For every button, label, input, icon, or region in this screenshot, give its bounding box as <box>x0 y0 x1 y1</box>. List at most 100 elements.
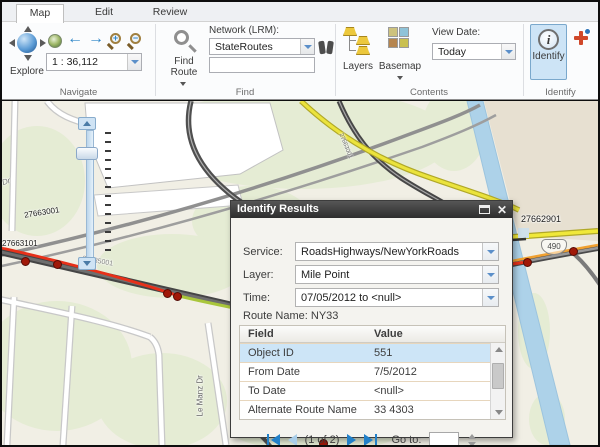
scroll-down-icon[interactable] <box>495 410 503 415</box>
back-arrow-icon[interactable]: ← <box>67 30 83 48</box>
forward-arrow-icon[interactable]: → <box>88 30 104 48</box>
network-lrm-label: Network (LRM): <box>209 25 279 36</box>
dialog-title-bar[interactable]: Identify Results ✕ <box>231 201 512 218</box>
service-label: Service: <box>243 246 283 258</box>
zoom-in-icon[interactable]: + <box>110 33 121 44</box>
mile-point-marker[interactable] <box>569 247 578 256</box>
app-window: Map Edit Review Explore ← → + − <box>0 0 600 447</box>
time-dropdown-button[interactable] <box>482 289 498 306</box>
layers-label: Layers <box>336 61 380 72</box>
header-value: Value <box>366 326 490 342</box>
table-scrollbar[interactable] <box>490 343 505 419</box>
basemap-button[interactable]: Basemap <box>383 27 417 89</box>
route-label-27662901: 27662901 <box>521 214 561 224</box>
table-row[interactable]: From Date 7/5/2012 <box>240 362 505 381</box>
slider-zoom-out-button[interactable] <box>78 257 96 270</box>
find-route-magnifier-icon <box>174 30 189 45</box>
last-page-button[interactable] <box>364 434 377 445</box>
route-name-label: Route Name: <box>243 310 308 322</box>
layer-combo[interactable]: Mile Point <box>295 265 499 284</box>
slider-tick-marks <box>105 132 111 256</box>
find-route-caret-icon <box>180 82 186 86</box>
network-dropdown-button[interactable] <box>300 39 314 54</box>
mile-point-marker[interactable] <box>173 292 182 301</box>
tab-review[interactable]: Review <box>142 4 198 22</box>
table-row[interactable]: To Date <null> <box>240 381 505 400</box>
service-value: RoadsHighways/NewYorkRoads <box>296 243 482 260</box>
identify-button[interactable]: i Identify <box>530 24 567 80</box>
time-value: 07/05/2012 to <null> <box>296 289 482 306</box>
service-dropdown-button[interactable] <box>482 243 498 260</box>
ribbon: Map Edit Review Explore ← → + − <box>2 2 598 100</box>
cell-value: 33 4303 <box>366 401 490 419</box>
goto-spinner[interactable] <box>468 434 476 446</box>
time-combo[interactable]: 07/05/2012 to <null> <box>295 288 499 307</box>
mile-point-marker[interactable] <box>523 258 532 267</box>
route-search-input[interactable] <box>209 57 315 73</box>
cell-field: To Date <box>240 382 366 400</box>
explore-button[interactable]: Explore <box>8 26 46 84</box>
group-label-find: Find <box>155 87 335 98</box>
table-header-row: Field Value <box>240 326 505 343</box>
identify-results-dialog: Identify Results ✕ Service: RoadsHighway… <box>230 200 513 438</box>
network-lrm-combo[interactable]: StateRoutes <box>209 38 315 55</box>
maximize-icon[interactable] <box>479 205 490 214</box>
pagination-bar: (1 of 2) Go to: <box>231 429 512 445</box>
full-extent-globe-icon[interactable] <box>48 34 62 48</box>
table-row[interactable]: Alternate Route Name 33 4303 <box>240 400 505 419</box>
identify-button-label: Identify <box>531 51 566 62</box>
layers-button[interactable]: Layers <box>342 27 374 79</box>
slider-zoom-in-button[interactable] <box>78 117 96 130</box>
dialog-title: Identify Results <box>237 203 319 215</box>
binoculars-search-icon[interactable] <box>319 41 335 55</box>
tab-map[interactable]: Map <box>16 4 64 23</box>
scroll-up-icon[interactable] <box>495 347 503 352</box>
service-combo[interactable]: RoadsHighways/NewYorkRoads <box>295 242 499 261</box>
basemap-label: Basemap <box>377 61 423 72</box>
map-view[interactable]: 27663001 27663101 27935001 27662901 2766… <box>2 101 598 445</box>
add-identify-plus-icon[interactable] <box>574 31 588 45</box>
route-name-line: Route Name: NY33 <box>243 310 338 322</box>
mile-point-marker[interactable] <box>163 289 172 298</box>
network-lrm-value: StateRoutes <box>210 41 300 53</box>
attributes-table: Field Value Object ID 551 From Date 7/5/… <box>239 325 506 420</box>
group-label-identify: Identify <box>523 87 598 98</box>
goto-page-input[interactable] <box>429 432 459 445</box>
previous-page-button[interactable] <box>288 434 297 445</box>
cell-value: 551 <box>366 344 490 362</box>
scale-dropdown-button[interactable] <box>127 54 141 70</box>
view-date-combo[interactable]: Today <box>432 43 516 60</box>
page-indicator: (1 of 2) <box>305 434 340 445</box>
time-label: Time: <box>243 292 270 304</box>
mile-point-marker[interactable] <box>53 260 62 269</box>
route-name-value: NY33 <box>311 310 339 322</box>
tab-edit[interactable]: Edit <box>80 4 128 22</box>
identify-icon: i <box>538 29 559 50</box>
layer-value: Mile Point <box>296 266 482 283</box>
header-field: Field <box>240 326 366 342</box>
group-label-contents: Contents <box>335 87 523 98</box>
scroll-thumb[interactable] <box>492 363 504 389</box>
mile-point-marker[interactable] <box>21 257 30 266</box>
slider-thumb[interactable] <box>76 147 98 160</box>
find-route-label-1: Find <box>163 56 205 67</box>
basemap-caret-icon <box>397 76 403 80</box>
next-page-button[interactable] <box>347 434 356 445</box>
group-label-navigate: Navigate <box>2 87 155 98</box>
cell-value: <null> <box>366 382 490 400</box>
close-icon[interactable]: ✕ <box>497 202 507 218</box>
map-scale-combo[interactable]: 1 : 36,112 <box>46 53 142 71</box>
table-row[interactable]: Object ID 551 <box>240 343 505 362</box>
view-date-label: View Date: <box>432 27 480 38</box>
view-date-dropdown-button[interactable] <box>501 44 515 59</box>
zoom-out-icon[interactable]: − <box>130 33 141 44</box>
route-label-27663101: 27663101 <box>2 239 38 248</box>
ribbon-tab-bar: Map Edit Review <box>2 2 598 22</box>
first-page-button[interactable] <box>267 434 280 445</box>
street-label-le-manz-dr: Le Manz Dr <box>196 361 205 417</box>
view-date-value: Today <box>433 46 501 58</box>
goto-label: Go to: <box>391 434 421 445</box>
cell-field: From Date <box>240 363 366 381</box>
layer-label: Layer: <box>243 269 274 281</box>
layer-dropdown-button[interactable] <box>482 266 498 283</box>
